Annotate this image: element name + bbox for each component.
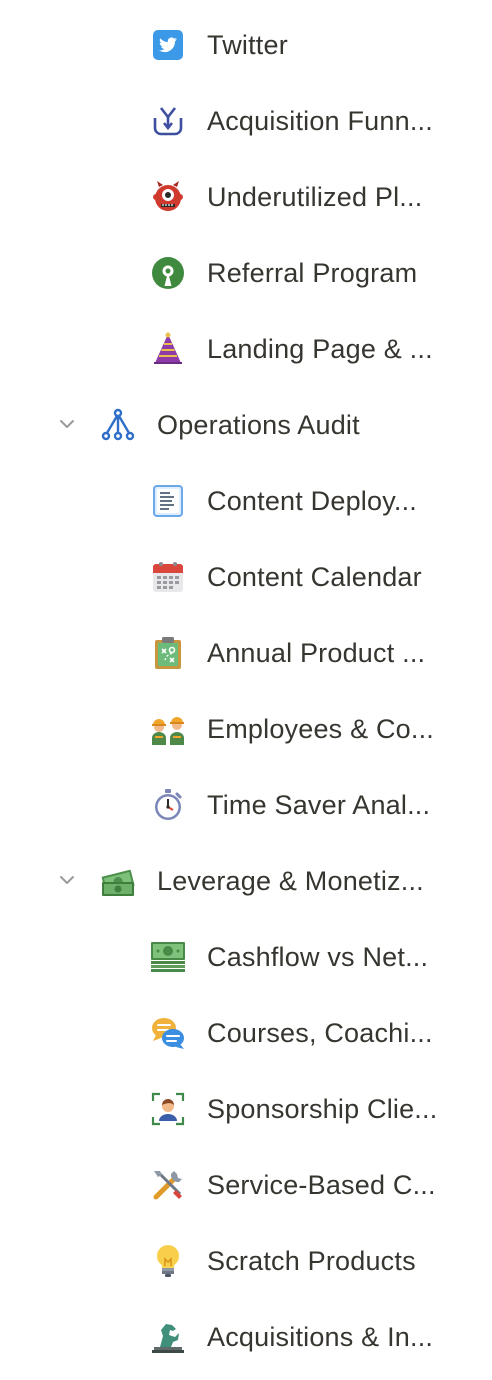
sidebar-item-label: Cashflow vs Net... (207, 942, 429, 972)
sidebar-item-landing-page[interactable]: Landing Page & ... (0, 311, 492, 387)
sidebar-item-label: Content Calendar (207, 562, 422, 592)
lightbulb-icon (150, 1243, 186, 1279)
user-focus-icon (150, 1091, 186, 1127)
sidebar-item-label: Acquisitions & In... (207, 1322, 434, 1352)
chevron-down-icon[interactable] (56, 413, 78, 435)
sidebar-item-scratch-products[interactable]: Scratch Products (0, 1223, 492, 1299)
sidebar-item-label: Scratch Products (207, 1246, 416, 1276)
tools-icon (150, 1167, 186, 1203)
sidebar-item-acquisitions[interactable]: Acquisitions & In... (0, 1299, 492, 1375)
sidebar-item-label: Service-Based C... (207, 1170, 436, 1200)
sidebar-item-label: Content Deploy... (207, 486, 418, 516)
money-stack-icon (150, 939, 186, 975)
document-icon (150, 483, 186, 519)
sidebar-item-content-deploy[interactable]: Content Deploy... (0, 463, 492, 539)
chevron-down-icon[interactable] (56, 869, 78, 891)
horse-statue-icon (150, 1319, 186, 1355)
open-source-icon (150, 255, 186, 291)
sidebar-item-label: Time Saver Anal... (207, 790, 431, 820)
sidebar-group-label: Operations Audit (157, 410, 360, 440)
sidebar-item-sponsorship[interactable]: Sponsorship Clie... (0, 1071, 492, 1147)
sidebar-item-label: Twitter (207, 30, 288, 60)
sidebar-item-label: Sponsorship Clie... (207, 1094, 438, 1124)
sidebar-item-courses[interactable]: Courses, Coachi... (0, 995, 492, 1071)
funnel-icon (150, 103, 186, 139)
stopwatch-icon (150, 787, 186, 823)
sidebar-item-employees[interactable]: Employees & Co... (0, 691, 492, 767)
workers-icon (150, 711, 186, 747)
sidebar-tree: Twitter Acquisition Funn... Underutilize… (0, 7, 492, 1375)
party-hat-icon (150, 331, 186, 367)
sidebar-item-acquisition-funnel[interactable]: Acquisition Funn... (0, 83, 492, 159)
sidebar-group-label: Leverage & Monetiz... (157, 866, 424, 896)
sidebar-item-label: Underutilized Pl... (207, 182, 423, 212)
twitter-icon (150, 27, 186, 63)
sidebar-item-annual-product[interactable]: Annual Product ... (0, 615, 492, 691)
money-icon (100, 863, 136, 899)
sidebar-item-service-based[interactable]: Service-Based C... (0, 1147, 492, 1223)
sidebar-item-time-saver[interactable]: Time Saver Anal... (0, 767, 492, 843)
sidebar-item-label: Landing Page & ... (207, 334, 433, 364)
sidebar-group-leverage-monetization[interactable]: Leverage & Monetiz... (0, 843, 492, 919)
sidebar-item-underutilized[interactable]: Underutilized Pl... (0, 159, 492, 235)
hierarchy-icon (100, 407, 136, 443)
sidebar-item-label: Referral Program (207, 258, 418, 288)
sidebar-item-content-calendar[interactable]: Content Calendar (0, 539, 492, 615)
red-monster-icon (150, 179, 186, 215)
sidebar-item-label: Acquisition Funn... (207, 106, 433, 136)
clipboard-icon (150, 635, 186, 671)
calendar-icon (150, 559, 186, 595)
sidebar-item-label: Employees & Co... (207, 714, 434, 744)
sidebar-item-referral-program[interactable]: Referral Program (0, 235, 492, 311)
sidebar-item-twitter[interactable]: Twitter (0, 7, 492, 83)
sidebar-item-label: Annual Product ... (207, 638, 426, 668)
speech-bubbles-icon (150, 1015, 186, 1051)
sidebar-item-label: Courses, Coachi... (207, 1018, 433, 1048)
sidebar-item-cashflow[interactable]: Cashflow vs Net... (0, 919, 492, 995)
sidebar-group-operations-audit[interactable]: Operations Audit (0, 387, 492, 463)
